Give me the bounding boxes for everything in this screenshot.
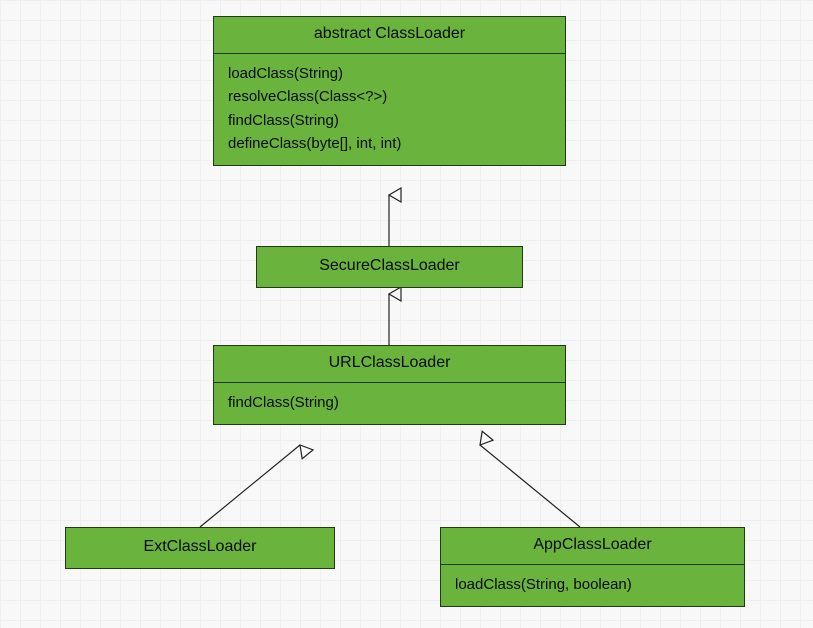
class-box-secureclassloader: SecureClassLoader	[256, 246, 523, 288]
class-title: abstract ClassLoader	[214, 17, 565, 53]
inheritance-arrow	[200, 445, 300, 527]
inheritance-arrow	[480, 445, 580, 527]
class-box-appclassloader: AppClassLoader loadClass(String, boolean…	[440, 527, 745, 607]
class-title: SecureClassLoader	[257, 247, 522, 287]
method: findClass(String)	[228, 109, 551, 132]
class-title: URLClassLoader	[214, 346, 565, 382]
class-title: AppClassLoader	[441, 528, 744, 564]
method: defineClass(byte[], int, int)	[228, 132, 551, 155]
class-methods: findClass(String)	[214, 382, 565, 424]
method: findClass(String)	[228, 391, 551, 414]
method: loadClass(String, boolean)	[455, 573, 730, 596]
class-box-extclassloader: ExtClassLoader	[65, 527, 335, 569]
class-methods: loadClass(String, boolean)	[441, 564, 744, 606]
class-box-urlclassloader: URLClassLoader findClass(String)	[213, 345, 566, 425]
class-methods: loadClass(String) resolveClass(Class<?>)…	[214, 53, 565, 165]
class-box-classloader: abstract ClassLoader loadClass(String) r…	[213, 16, 566, 166]
method: resolveClass(Class<?>)	[228, 85, 551, 108]
method: loadClass(String)	[228, 62, 551, 85]
class-title: ExtClassLoader	[66, 528, 334, 568]
